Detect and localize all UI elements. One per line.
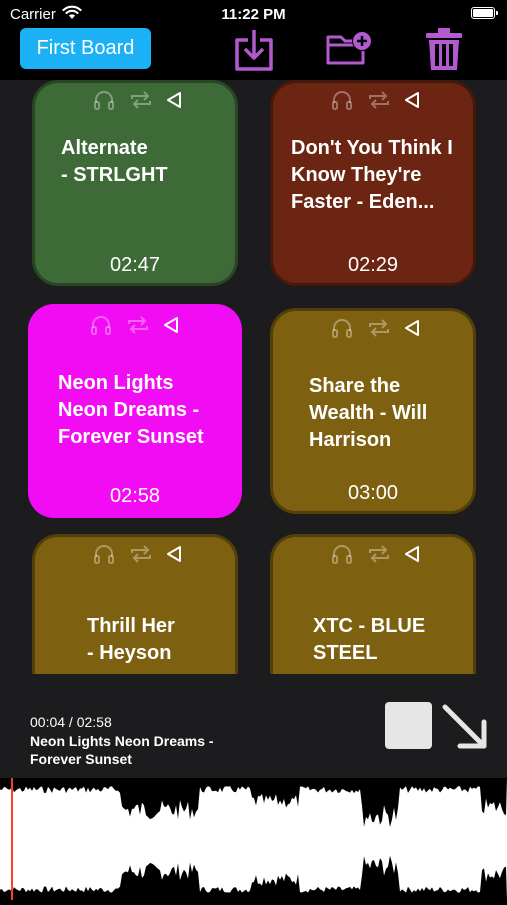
playback-time: 00:04 / 02:58 xyxy=(30,714,112,730)
trash-icon[interactable] xyxy=(424,26,464,77)
card-controls xyxy=(273,89,473,111)
loop-icon[interactable] xyxy=(367,89,391,111)
import-icon[interactable] xyxy=(234,28,274,77)
card-title: Share the Wealth - Will Harrison xyxy=(309,375,428,451)
card-title: Neon Lights Neon Dreams - Forever Sunset xyxy=(58,372,204,448)
sound-card-selected[interactable]: Neon Lights Neon Dreams - Forever Sunset… xyxy=(28,304,242,518)
play-direction-icon[interactable] xyxy=(165,89,183,111)
card-duration: 02:29 xyxy=(347,254,399,276)
play-direction-icon[interactable] xyxy=(165,543,183,565)
loop-icon[interactable] xyxy=(129,89,153,111)
waveform-scrubber[interactable] xyxy=(0,778,507,900)
headphones-icon[interactable] xyxy=(90,314,112,336)
card-controls xyxy=(35,543,235,565)
playhead-marker xyxy=(11,778,13,900)
loop-icon[interactable] xyxy=(367,543,391,565)
toolbar: First Board xyxy=(0,28,507,80)
new-folder-icon[interactable] xyxy=(325,30,375,71)
card-controls xyxy=(28,314,242,336)
loop-icon[interactable] xyxy=(129,543,153,565)
card-controls xyxy=(273,543,473,565)
expand-icon[interactable] xyxy=(440,702,490,757)
card-duration: 02:58 xyxy=(109,485,161,507)
play-direction-icon[interactable] xyxy=(403,543,421,565)
now-playing-title: Neon Lights Neon Dreams - Forever Sunset xyxy=(30,733,214,767)
battery-icon xyxy=(471,7,498,19)
card-controls xyxy=(35,89,235,111)
status-bar: Carrier 11:22 PM xyxy=(0,0,507,28)
now-playing-panel: 00:04 / 02:58 Neon Lights Neon Dreams - … xyxy=(0,674,507,778)
headphones-icon[interactable] xyxy=(93,89,115,111)
card-title: Don't You Think I Know They're Faster - … xyxy=(291,137,453,213)
card-duration: 03:00 xyxy=(347,482,399,504)
card-title: XTC - BLUE STEEL xyxy=(313,615,426,664)
card-controls xyxy=(273,317,473,339)
loop-icon[interactable] xyxy=(367,317,391,339)
headphones-icon[interactable] xyxy=(331,317,353,339)
sound-card[interactable]: XTC - BLUE STEEL xyxy=(270,534,476,674)
play-direction-icon[interactable] xyxy=(403,317,421,339)
waveform-graphic xyxy=(0,778,507,900)
headphones-icon[interactable] xyxy=(93,543,115,565)
play-direction-icon[interactable] xyxy=(162,314,180,336)
headphones-icon[interactable] xyxy=(331,543,353,565)
sound-card[interactable]: Alternate - STRLGHT 02:47 xyxy=(32,80,238,286)
sound-card[interactable]: Don't You Think I Know They're Faster - … xyxy=(270,80,476,286)
sound-card[interactable]: Share the Wealth - Will Harrison 03:00 xyxy=(270,308,476,514)
card-duration: 02:47 xyxy=(109,254,161,276)
card-title: Alternate - STRLGHT xyxy=(61,137,168,186)
sound-card[interactable]: Thrill Her - Heyson xyxy=(32,534,238,674)
play-direction-icon[interactable] xyxy=(403,89,421,111)
sound-board-grid: Alternate - STRLGHT 02:47 Don't You Thin… xyxy=(0,80,507,674)
board-selector-button[interactable]: First Board xyxy=(20,28,151,69)
stop-button[interactable] xyxy=(385,702,432,749)
clock: 11:22 PM xyxy=(221,6,286,23)
loop-icon[interactable] xyxy=(126,314,150,336)
card-title: Thrill Her - Heyson xyxy=(87,615,175,664)
headphones-icon[interactable] xyxy=(331,89,353,111)
